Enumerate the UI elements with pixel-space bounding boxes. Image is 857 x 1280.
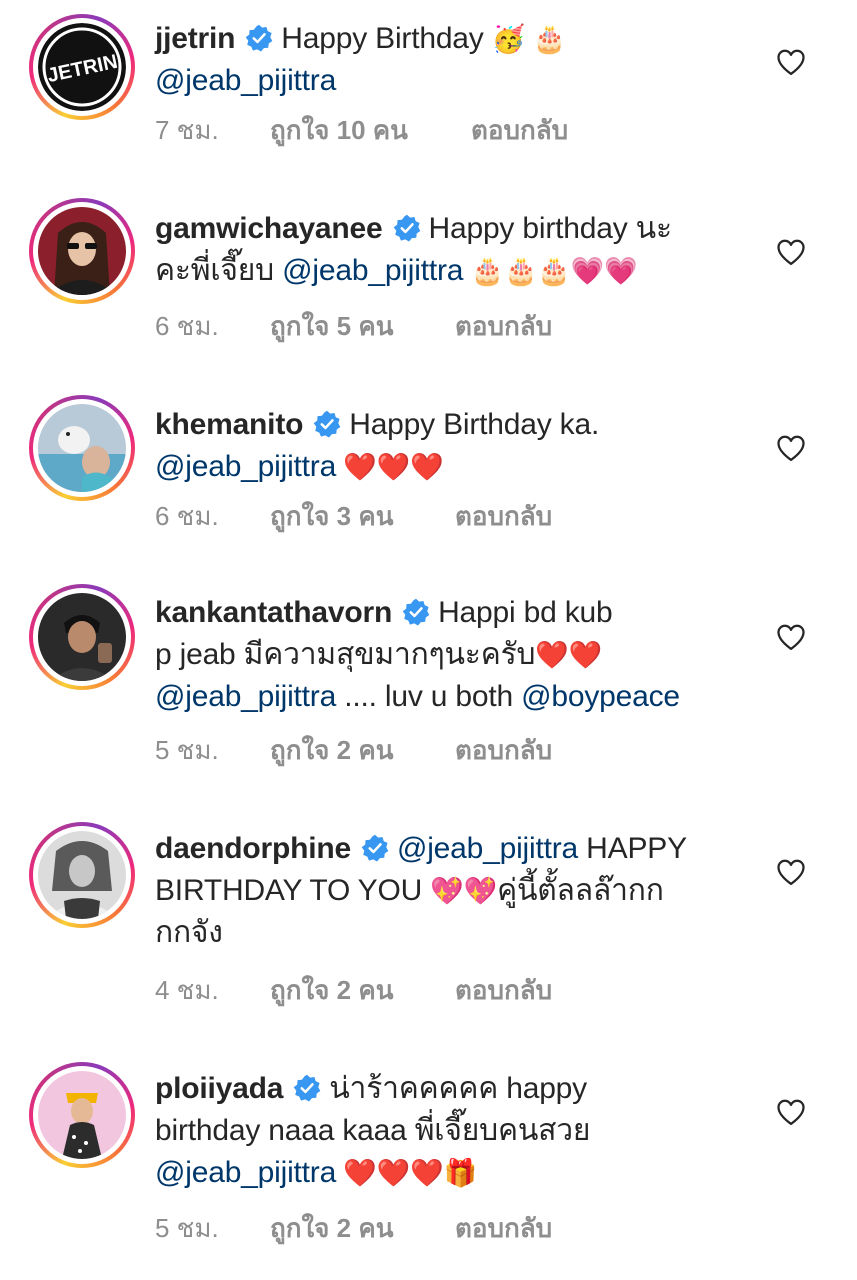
comment-body: Happy birthday นะ (428, 212, 673, 245)
mention-link[interactable]: @jeab_pijittra (282, 254, 463, 287)
reply-button[interactable]: ตอบกลับ (455, 1210, 552, 1246)
avatar[interactable] (29, 395, 135, 501)
mention-link[interactable]: @jeab_pijittra (155, 450, 336, 483)
heart-outline-icon[interactable] (776, 48, 806, 76)
likes-count[interactable]: ถูกใจ 2 คน (270, 972, 394, 1008)
comment-body: Happy Birthday ka. (349, 408, 600, 441)
comment-username[interactable]: gamwichayanee (155, 212, 383, 245)
verified-badge-icon (393, 214, 421, 242)
comment-body: birthday naaa kaaa พี่เจี๊ยบคนสวย (155, 1114, 591, 1147)
mention-link[interactable]: @boypeace (521, 680, 680, 713)
avatar[interactable] (29, 822, 135, 928)
likes-count[interactable]: ถูกใจ 5 คน (270, 308, 394, 344)
comment-body: Happi bd kub (438, 596, 613, 629)
comment-text: jjetrin Happy Birthday 🥳 🎂 @jeab_pijittra (155, 18, 745, 102)
verified-badge-icon (313, 410, 341, 438)
comment-emoji: ❤️❤️ (535, 640, 603, 670)
likes-count[interactable]: ถูกใจ 2 คน (270, 732, 394, 768)
comment-time: 6 ชม. (155, 501, 219, 531)
comment-username[interactable]: daendorphine (155, 832, 351, 865)
mention-link[interactable]: @jeab_pijittra (155, 64, 336, 97)
comment-text: daendorphine @jeab_pijittra HAPPY BIRTHDA… (155, 828, 745, 954)
comment-emoji: 💖💖 (430, 876, 498, 906)
comment-username[interactable]: khemanito (155, 408, 303, 441)
verified-badge-icon (293, 1074, 321, 1102)
reply-button[interactable]: ตอบกลับ (455, 308, 552, 344)
likes-count[interactable]: ถูกใจ 3 คน (270, 498, 394, 534)
heart-outline-icon[interactable] (776, 858, 806, 886)
heart-outline-icon[interactable] (776, 623, 806, 651)
avatar[interactable] (29, 198, 135, 304)
comment-body: HAPPY (578, 832, 687, 865)
comment-text: gamwichayanee Happy birthday นะ คะพี่เจี๊… (155, 208, 745, 292)
avatar[interactable]: JETRIN (29, 14, 135, 120)
comment-username[interactable]: kankantathavorn (155, 596, 392, 629)
heart-outline-icon[interactable] (776, 238, 806, 266)
comment-text: khemanito Happy Birthday ka. @jeab_pijitt… (155, 404, 745, 488)
comment-body: BIRTHDAY TO YOU (155, 874, 431, 907)
comment-body: กกจัง (155, 916, 223, 949)
comment-body: .... luv u both (336, 680, 522, 713)
avatar[interactable] (29, 1062, 135, 1168)
comment-emoji: ❤️❤️❤️ (336, 452, 444, 482)
comment-text: ploiiyada น่าร้าคคคคค happy birthday naaa… (155, 1068, 745, 1194)
reply-button[interactable]: ตอบกลับ (455, 732, 552, 768)
reply-button[interactable]: ตอบกลับ (455, 498, 552, 534)
comment-emoji: 🎂🎂🎂💗💗 (463, 256, 638, 286)
reply-button[interactable]: ตอบกลับ (455, 972, 552, 1008)
comment-username[interactable]: ploiiyada (155, 1072, 283, 1105)
comment-body: คะพี่เจี๊ยบ (155, 254, 283, 287)
comment-body: คู่นี้ตั้ลลล๊ากก (497, 874, 664, 907)
comment-emoji: ❤️❤️❤️🎁 (336, 1158, 478, 1188)
verified-badge-icon (361, 834, 389, 862)
comment-text: kankantathavorn Happi bd kub p jeab มีควา… (155, 592, 745, 718)
comment-body: Happy Birthday (281, 22, 492, 55)
comment-time: 4 ชม. (155, 975, 219, 1005)
likes-count[interactable]: ถูกใจ 10 คน (270, 112, 408, 148)
verified-badge-icon (402, 598, 430, 626)
avatar[interactable] (29, 584, 135, 690)
reply-button[interactable]: ตอบกลับ (471, 112, 568, 148)
comment-time: 5 ชม. (155, 735, 219, 765)
verified-badge-icon (245, 24, 273, 52)
heart-outline-icon[interactable] (776, 434, 806, 462)
comment-body: p jeab มีความสุขมากๆนะครับ (155, 638, 536, 671)
comment-username[interactable]: jjetrin (155, 22, 235, 55)
mention-link[interactable]: @jeab_pijittra (155, 680, 336, 713)
comment-time: 5 ชม. (155, 1213, 219, 1243)
mention-link[interactable]: @jeab_pijittra (397, 832, 578, 865)
mention-link[interactable]: @jeab_pijittra (155, 1156, 336, 1189)
comment-time: 6 ชม. (155, 311, 219, 341)
comment-emoji: 🥳 🎂 (491, 24, 566, 54)
comment-body: น่าร้าคคคคค happy (329, 1072, 587, 1105)
comment-time: 7 ชม. (155, 115, 219, 145)
likes-count[interactable]: ถูกใจ 2 คน (270, 1210, 394, 1246)
heart-outline-icon[interactable] (776, 1098, 806, 1126)
